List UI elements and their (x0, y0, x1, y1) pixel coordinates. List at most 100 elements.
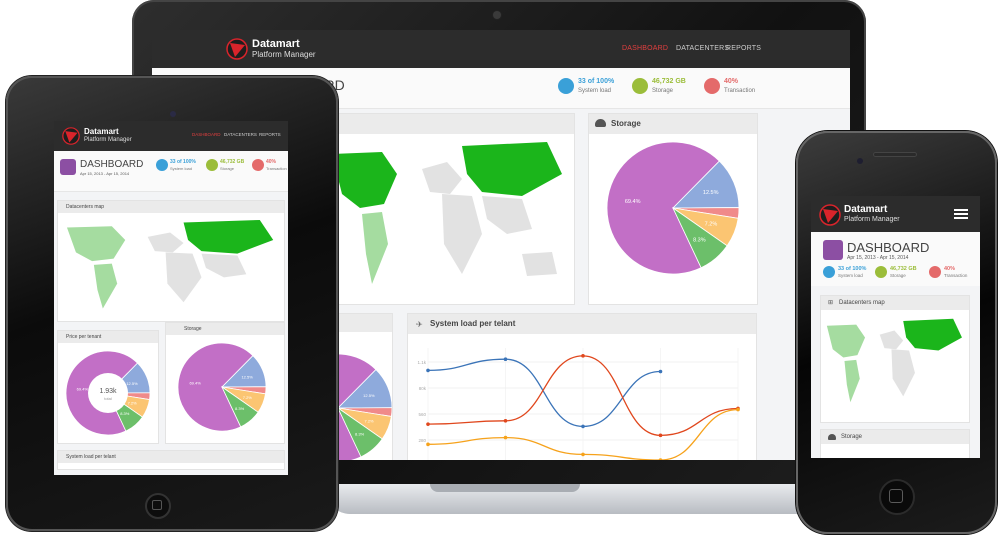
series-0-point-2[interactable] (581, 424, 585, 429)
pie-label-3: 7.2% (243, 395, 253, 400)
stat-storage-value: 46,732 GB (652, 78, 686, 85)
stat-transaction-label: Transaction (724, 88, 756, 94)
phone-map-panel: ⊞ Datacenters map (821, 296, 969, 422)
series-2-point-4[interactable] (736, 407, 740, 412)
price-donut-chart[interactable]: 69.4% 12.5% 7.2% 8.3% 1.93k total (58, 343, 158, 443)
phone-page-header: DASHBOARD Apr 15, 2013 - Apr 15, 2014 33… (811, 232, 980, 286)
stat-transaction-label: Transaction (266, 166, 287, 171)
phone-storage-panel-header: Storage (821, 430, 969, 444)
series-0-point-0[interactable] (426, 368, 430, 373)
pie-label-3: 7.2% (364, 419, 374, 424)
map-panel-title: Datacenters map (66, 204, 105, 210)
stat-storage-label: Storage (890, 273, 906, 278)
date-range[interactable]: Apr 15, 2013 - Apr 15, 2014 (80, 171, 129, 176)
stat-system-load-label: System load (578, 88, 612, 94)
laptop-hinge-notch (430, 484, 580, 492)
tablet-system-load-header: System load per telant (58, 451, 284, 463)
cloud-icon (828, 434, 836, 440)
system-load-panel-title: System load per telant (66, 454, 116, 460)
system-load-line-chart[interactable]: 1.1k 80k 560 280 (408, 334, 756, 460)
world-map[interactable] (821, 314, 969, 414)
datamart-logo-icon (62, 127, 80, 145)
world-map[interactable] (58, 215, 284, 321)
map-panel-title: Datacenters map (839, 300, 885, 306)
nav-datacenters[interactable]: DATACENTERS (676, 45, 729, 52)
menu-hamburger-icon[interactable] (954, 209, 968, 219)
tablet-map-panel-header: Datacenters map (58, 201, 284, 213)
pie-label-1: 12.5% (703, 190, 719, 196)
series-1-point-1[interactable] (503, 419, 508, 423)
tablet-system-load-panel: System load per telant (58, 451, 284, 469)
phone-screen: Datamart Platform Manager DASHBOARD Apr … (811, 196, 980, 458)
series-2-point-2[interactable] (581, 452, 585, 457)
tablet-home-square-icon (152, 500, 162, 510)
stat-system-load-value: 33 of 100% (838, 266, 867, 272)
dashboard-icon (823, 240, 843, 260)
system-load-panel-header: ✈ System load per telant (408, 314, 756, 334)
series-0-point-3[interactable] (658, 369, 663, 374)
pie-label-4: 8.3% (120, 411, 130, 416)
tablet-price-panel: Price per tenant 69.4% 12.5% 7.2% 8.3% 1.93… (58, 331, 158, 443)
gear-icon (156, 159, 168, 171)
tablet-camera (170, 111, 176, 117)
world-map[interactable] (322, 134, 574, 304)
brand-subtitle: Platform Manager (84, 137, 132, 143)
brand-name: Datamart (844, 204, 888, 215)
series-2-point-0[interactable] (426, 442, 430, 447)
dollar-icon (929, 266, 941, 278)
tablet-price-panel-header: Price per tenant (58, 331, 158, 343)
series-1-point-2[interactable] (581, 354, 585, 358)
pie-label-3: 7.2% (705, 221, 718, 227)
system-load-panel: ✈ System load per telant 1.1k 80k 560 280 (408, 314, 756, 460)
datacenters-map-panel (322, 114, 574, 304)
nav-datacenters[interactable]: DATACENTERS (224, 132, 257, 137)
datamart-logo-icon (226, 38, 248, 60)
stat-transaction-value: 40% (944, 266, 956, 272)
nav-dashboard[interactable]: DASHBOARD (622, 45, 668, 52)
stat-storage-value: 46,732 GB (890, 266, 917, 272)
cloud-icon (875, 266, 887, 278)
phone-navbar: Datamart Platform Manager (811, 196, 980, 232)
stat-system-load-value: 33 of 100% (578, 78, 615, 85)
sitemap-icon: ⊞ (828, 300, 834, 306)
laptop-camera (493, 11, 501, 19)
page-title: DASHBOARD (80, 159, 144, 170)
y-tick-label-1: 80k (419, 386, 427, 391)
nav-reports[interactable]: REPORTS (726, 45, 761, 52)
laptop-base (326, 484, 870, 514)
donut-center-value: 1.93k (99, 388, 117, 395)
y-tick-label-0: 1.1k (417, 360, 426, 365)
storage-panel: Storage 69.4% 12.5% 7.2% 8.3% (589, 114, 757, 304)
stat-storage-label: Storage (652, 88, 674, 94)
stat-transaction-value: 40% (266, 159, 277, 165)
price-panel-title: Price per tenant (66, 334, 102, 340)
series-0-point-1[interactable] (503, 357, 508, 361)
pie-label-0: 69.4% (625, 199, 641, 205)
stat-transaction-value: 40% (724, 78, 739, 85)
series-1-point-0[interactable] (426, 422, 430, 426)
datamart-logo-icon (819, 204, 841, 226)
pie-label-1: 12.5% (363, 393, 375, 398)
dollar-icon (252, 159, 264, 171)
pie-label-4: 8.3% (693, 237, 706, 243)
page-title: DASHBOARD (847, 240, 930, 255)
series-line-0[interactable] (427, 358, 661, 428)
storage-pie-chart[interactable]: 69.4% 12.5% 7.2% 8.3% (589, 136, 757, 304)
stat-system-load-value: 33 of 100% (170, 159, 196, 165)
nav-reports[interactable]: REPORTS (259, 132, 281, 137)
stat-system-load-label: System load (838, 273, 863, 278)
stat-transaction-label: Transaction (944, 273, 968, 278)
series-2-point-1[interactable] (503, 435, 508, 440)
nav-dashboard[interactable]: DASHBOARD (192, 132, 221, 137)
date-range[interactable]: Apr 15, 2013 - Apr 15, 2014 (847, 255, 908, 261)
dashboard-icon (60, 159, 76, 175)
pie-label-3: 7.2% (128, 401, 138, 406)
gear-icon (823, 266, 835, 278)
brand-name: Datamart (252, 38, 300, 50)
phone-storage-panel: Storage (821, 430, 969, 458)
series-2-point-3[interactable] (658, 458, 663, 460)
rocket-icon: ✈ (416, 320, 423, 329)
phone-home-square-icon (889, 489, 903, 503)
series-1-point-3[interactable] (658, 433, 663, 438)
storage-pie-chart[interactable]: 69.4% 12.5% 7.2% 8.3% (166, 335, 284, 443)
